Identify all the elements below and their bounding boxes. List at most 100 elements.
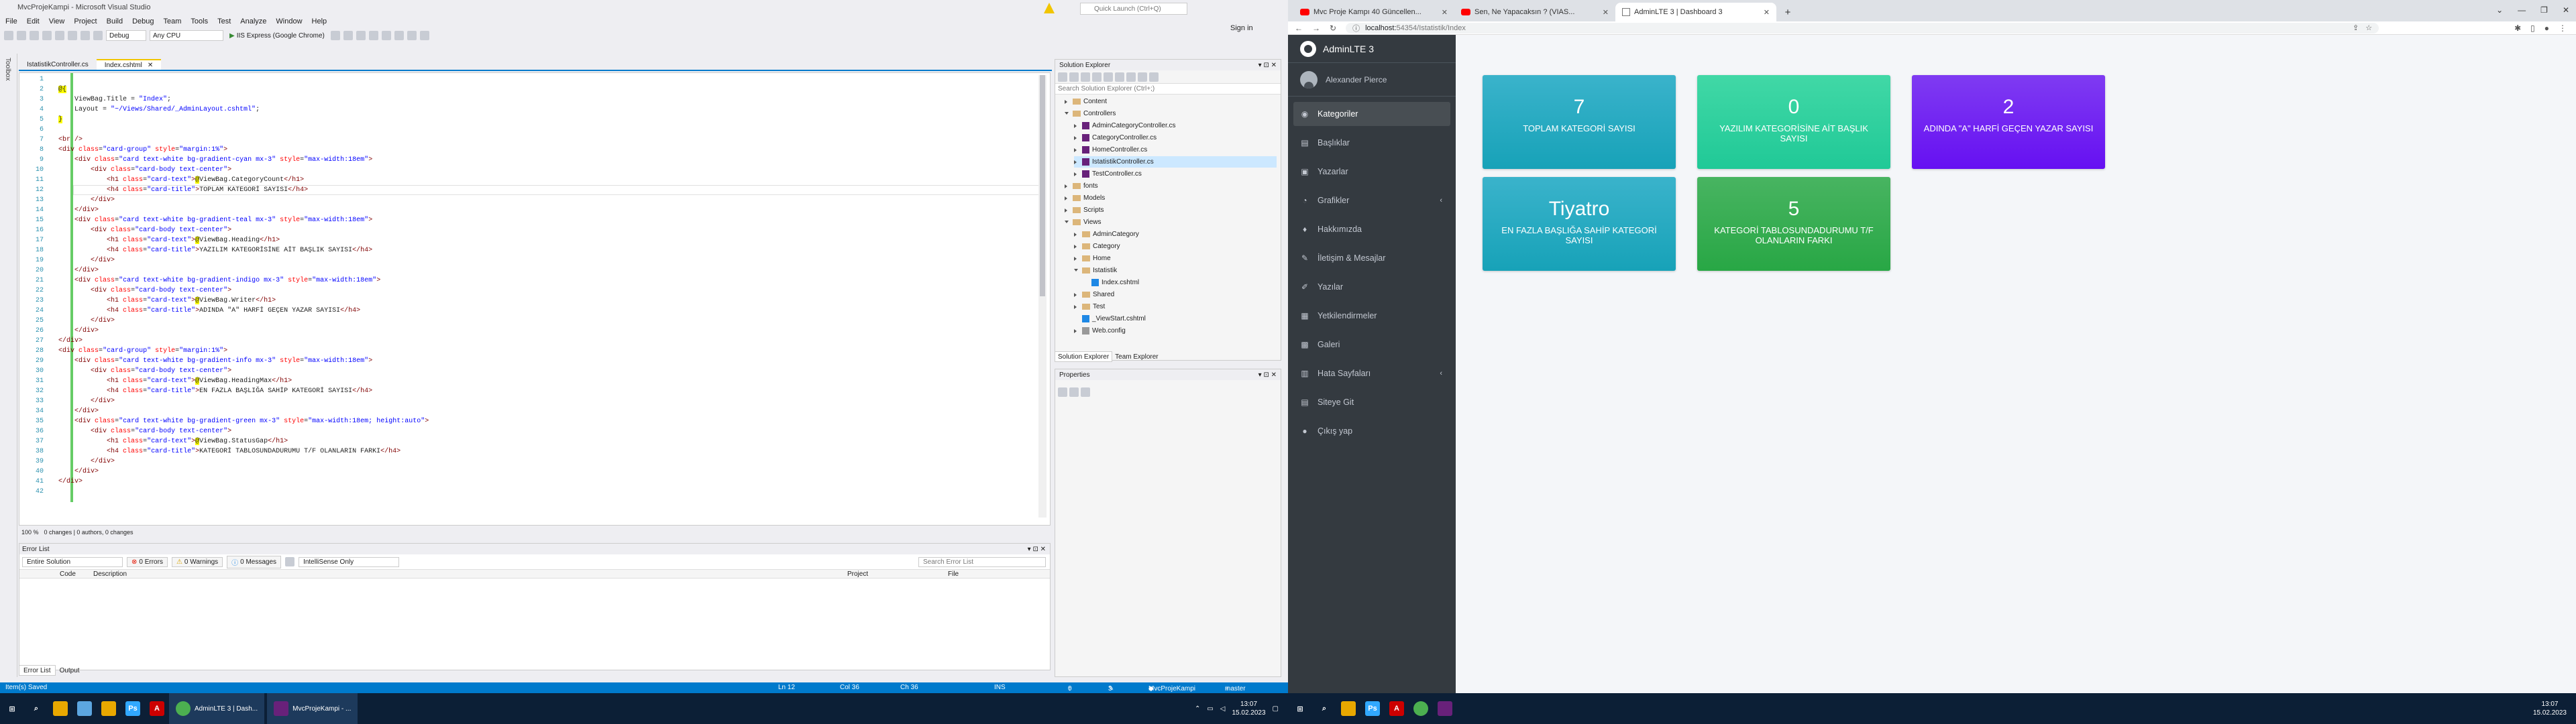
collapsed-chevron-icon[interactable]: [1074, 172, 1078, 176]
code-line[interactable]: 10 <div class="card-body text-center">: [19, 165, 231, 175]
zoom-level[interactable]: 100 %: [21, 529, 39, 536]
back-icon[interactable]: ←: [1295, 23, 1303, 33]
folder-icon[interactable]: [1341, 701, 1356, 716]
home-icon[interactable]: [1081, 72, 1090, 82]
close-icon[interactable]: ✕: [2563, 5, 2569, 15]
code-line[interactable]: 32 <h4 class="card-title">EN FAZLA BAŞLI…: [19, 386, 372, 396]
reload-icon[interactable]: ↻: [1330, 23, 1336, 33]
taskbar-chrome-app[interactable]: AdminLTE 3 | Dash...: [169, 693, 265, 724]
menu-item[interactable]: Edit: [27, 17, 40, 25]
file-explorer-icon[interactable]: [53, 701, 68, 716]
collapsed-chevron-icon[interactable]: [1065, 196, 1069, 200]
expanded-chevron-icon[interactable]: [1074, 268, 1078, 273]
code-line[interactable]: 18 <h4 class="card-title">YAZILIM KATEGO…: [19, 245, 372, 255]
code-line[interactable]: 21 <div class="card text-white bg-gradie…: [19, 276, 380, 286]
run-button[interactable]: ▶ IIS Express (Google Chrome): [227, 30, 327, 41]
tree-item[interactable]: IstatistikController.cs: [1074, 156, 1277, 168]
col-description[interactable]: Description: [93, 570, 127, 578]
bookmark-icon[interactable]: [394, 31, 404, 40]
show-all-icon[interactable]: [1126, 72, 1136, 82]
code-editor[interactable]: 1 2 @{3 ViewBag.Title = "Index"; 4 Layout =…: [19, 72, 1051, 526]
tree-item[interactable]: Shared: [1074, 289, 1114, 300]
editor-scrollbar[interactable]: [1038, 75, 1046, 518]
collapsed-chevron-icon[interactable]: [1074, 135, 1078, 140]
sign-in-link[interactable]: Sign in: [1230, 24, 1253, 32]
chrome-icon[interactable]: [1413, 701, 1428, 716]
categorized-icon[interactable]: [1058, 387, 1067, 397]
tab-document[interactable]: Index.cshtml ✕: [96, 59, 162, 70]
save-all-icon[interactable]: [68, 31, 77, 40]
code-line[interactable]: 37 <h1 class="card-text">@ViewBag.Status…: [19, 436, 288, 446]
code-line[interactable]: 33 </div>: [19, 396, 115, 406]
address-bar[interactable]: ⓘ localhost: 54354/Istatistik/Index ⇪ ☆: [1346, 22, 2379, 34]
sidebar-item[interactable]: ▤ Siteye Git: [1293, 390, 1450, 414]
col-project[interactable]: Project: [847, 570, 868, 578]
tree-item[interactable]: Views: [1065, 217, 1102, 228]
tree-item[interactable]: Test: [1074, 301, 1105, 312]
tree-item[interactable]: Web.config: [1074, 325, 1126, 337]
volume-icon[interactable]: ◁: [1220, 705, 1226, 713]
new-tab-button[interactable]: +: [1780, 5, 1795, 19]
sidebar-item[interactable]: ◉ Kategoriler: [1293, 102, 1450, 126]
panel-controls-icon[interactable]: ▾ ⊡ ✕: [1028, 546, 1046, 553]
expanded-chevron-icon[interactable]: [1065, 111, 1069, 116]
menu-item[interactable]: Team: [164, 17, 182, 25]
tree-item[interactable]: Home: [1074, 253, 1111, 264]
quick-launch-input[interactable]: Quick Launch (Ctrl+Q): [1080, 3, 1187, 15]
open-file-icon[interactable]: [42, 31, 52, 40]
toolbox-strip[interactable]: Toolbox: [0, 54, 17, 677]
comment-icon[interactable]: [419, 31, 429, 40]
tab-error-list[interactable]: Error List: [19, 665, 56, 676]
tab-search-icon[interactable]: ⌄: [2496, 5, 2503, 15]
tool-icon[interactable]: [381, 31, 391, 40]
code-line[interactable]: 8 <div class="card-group" style="margin:1…: [19, 145, 227, 155]
collapsed-chevron-icon[interactable]: [1074, 232, 1078, 237]
sidebar-item[interactable]: ● Çıkış yap: [1293, 419, 1450, 443]
close-icon[interactable]: ✕: [1764, 8, 1770, 17]
user-panel[interactable]: Alexander Pierce: [1288, 63, 1456, 97]
menu-item[interactable]: Help: [312, 17, 327, 25]
warnings-filter[interactable]: ⚠ 0 Warnings: [171, 556, 223, 567]
tree-item[interactable]: TestController.cs: [1074, 168, 1142, 180]
back-icon[interactable]: [1058, 72, 1067, 82]
menu-item[interactable]: Debug: [132, 17, 154, 25]
tab-document[interactable]: IstatistikController.cs: [19, 59, 97, 70]
collapsed-chevron-icon[interactable]: [1065, 208, 1069, 213]
code-line[interactable]: 9 <div class="card text-white bg-gradien…: [19, 155, 372, 165]
windows-start-icon[interactable]: ⊞: [5, 701, 19, 716]
search-error-list[interactable]: Search Error List: [918, 556, 1046, 567]
collapsed-chevron-icon[interactable]: [1074, 123, 1078, 128]
collapsed-chevron-icon[interactable]: [1074, 147, 1078, 152]
tree-item[interactable]: Controllers: [1065, 108, 1116, 119]
bookmark-star-icon[interactable]: ☆: [2365, 23, 2372, 32]
collapsed-chevron-icon[interactable]: [1074, 304, 1078, 309]
code-line[interactable]: 19 </div>: [19, 255, 115, 265]
tree-item[interactable]: CategoryController.cs: [1074, 132, 1157, 143]
preview-icon[interactable]: [1149, 72, 1159, 82]
close-icon[interactable]: ✕: [1442, 8, 1448, 17]
menu-icon[interactable]: ⋮: [2559, 23, 2567, 33]
visual-studio-icon[interactable]: [1438, 701, 1452, 716]
menu-item[interactable]: Project: [74, 17, 97, 25]
code-line[interactable]: 40 </div>: [19, 467, 99, 477]
tool-icon[interactable]: [356, 31, 366, 40]
code-line[interactable]: 7 <br />: [19, 135, 83, 145]
menu-item[interactable]: View: [49, 17, 65, 25]
maximize-icon[interactable]: ❐: [2540, 5, 2548, 15]
tree-item[interactable]: fonts: [1065, 180, 1098, 192]
code-line[interactable]: 34 </div>: [19, 406, 99, 416]
config-dropdown[interactable]: Debug: [106, 30, 146, 41]
new-file-icon[interactable]: [30, 31, 39, 40]
menu-item[interactable]: Tools: [191, 17, 208, 25]
code-line[interactable]: 17 <h1 class="card-text">@ViewBag.Headin…: [19, 235, 280, 245]
folder-icon[interactable]: [101, 701, 116, 716]
minimize-icon[interactable]: —: [2518, 5, 2526, 15]
browser-tab[interactable]: Sen, Ne Yapacaksın ? (VIAS... ✕: [1454, 3, 1615, 21]
code-line[interactable]: 36 <div class="card-body text-center">: [19, 426, 231, 436]
tree-item[interactable]: Models: [1065, 192, 1105, 204]
tree-item[interactable]: AdminCategoryController.cs: [1074, 120, 1176, 131]
menu-item[interactable]: Window: [276, 17, 302, 25]
filter-icon[interactable]: [285, 557, 295, 566]
network-icon[interactable]: ▭: [1207, 705, 1213, 713]
code-line[interactable]: 35 <div class="card text-white bg-gradie…: [19, 416, 429, 426]
